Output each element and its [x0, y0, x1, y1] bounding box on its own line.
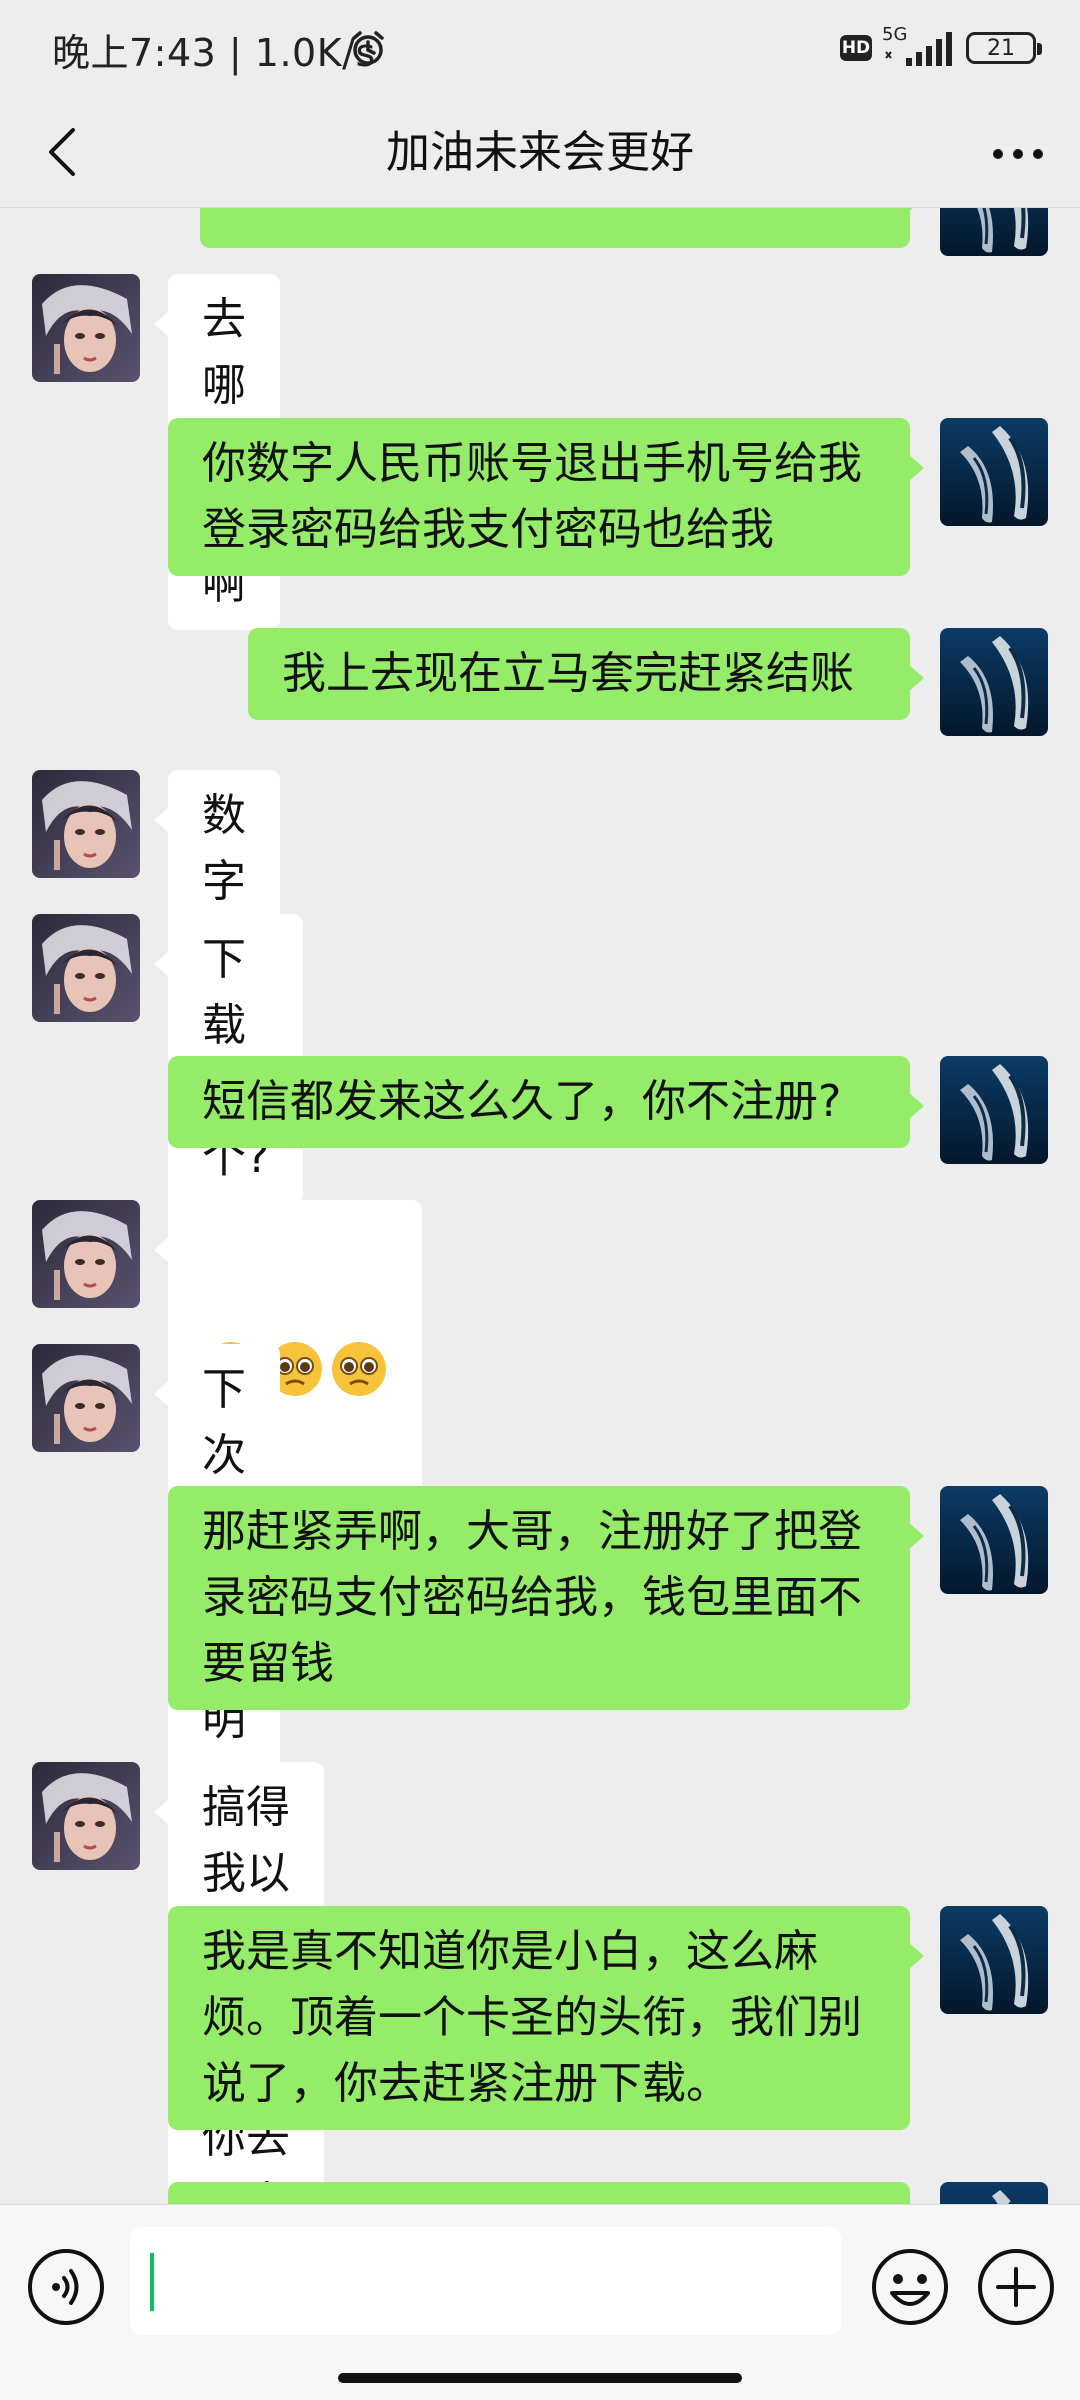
emoji-button[interactable] — [868, 2245, 952, 2329]
chat-header: 加油未来会更好 — [0, 96, 1080, 208]
message-bubble[interactable]: 短信都发来这么久了，你不注册? — [168, 1056, 924, 1148]
message-list[interactable]: 去哪里看啊 你数字人民币账号退出手机号给我 登录密码给我支付密码也给我 我上去现… — [0, 208, 1080, 2204]
self-avatar[interactable] — [940, 1056, 1048, 1164]
more-features-button[interactable] — [974, 2245, 1058, 2329]
contact-avatar[interactable] — [32, 1762, 140, 1870]
ellipsis-icon — [992, 145, 1044, 164]
input-bar — [0, 2204, 1080, 2400]
smiley-icon — [868, 2249, 952, 2333]
message-bubble[interactable]: 我上去现在立马套完赶紧结账 — [248, 628, 924, 720]
contact-avatar[interactable] — [32, 770, 140, 878]
self-avatar[interactable] — [940, 1906, 1048, 2014]
self-avatar[interactable] — [940, 1486, 1048, 1594]
voice-icon — [24, 2249, 108, 2333]
self-avatar[interactable] — [940, 418, 1048, 526]
status-bar: 晚上7:43 | 1.0K/s HD 5G 21 — [0, 0, 1080, 96]
plus-icon — [974, 2249, 1058, 2333]
message-bubble[interactable] — [200, 208, 924, 248]
chat-title: 加油未来会更好 — [386, 127, 694, 178]
contact-avatar[interactable] — [32, 274, 140, 382]
self-avatar[interactable] — [940, 208, 1048, 256]
signal-icon: 5G — [882, 24, 956, 68]
home-indicator[interactable] — [338, 2373, 742, 2383]
alarm-icon — [348, 28, 388, 72]
self-avatar[interactable] — [940, 628, 1048, 736]
text-caret — [150, 2253, 154, 2311]
battery-indicator: 21 — [966, 32, 1042, 64]
contact-avatar[interactable] — [32, 914, 140, 1022]
message-bubble[interactable] — [168, 2182, 910, 2204]
status-indicators: HD 5G 21 — [840, 24, 1042, 72]
message-input[interactable] — [130, 2227, 842, 2335]
message-bubble[interactable]: 我是真不知道你是小白，这么麻 烦。顶着一个卡圣的头衔，我们别 说了，你去赶紧注册… — [168, 1906, 924, 2130]
message-bubble[interactable]: 那赶紧弄啊，大哥，注册好了把登 录密码支付密码给我，钱包里面不 要留钱 — [168, 1486, 924, 1710]
message-bubble[interactable]: 你数字人民币账号退出手机号给我 登录密码给我支付密码也给我 — [168, 418, 924, 576]
contact-avatar[interactable] — [32, 1200, 140, 1308]
pleading-face-icon — [330, 1340, 388, 1417]
self-avatar[interactable] — [940, 2182, 1048, 2204]
more-button[interactable] — [986, 122, 1050, 186]
voice-input-button[interactable] — [24, 2245, 108, 2329]
hd-badge: HD — [840, 35, 872, 61]
contact-avatar[interactable] — [32, 1344, 140, 1452]
status-time: 晚上7:43 | 1.0K/s — [52, 31, 376, 75]
